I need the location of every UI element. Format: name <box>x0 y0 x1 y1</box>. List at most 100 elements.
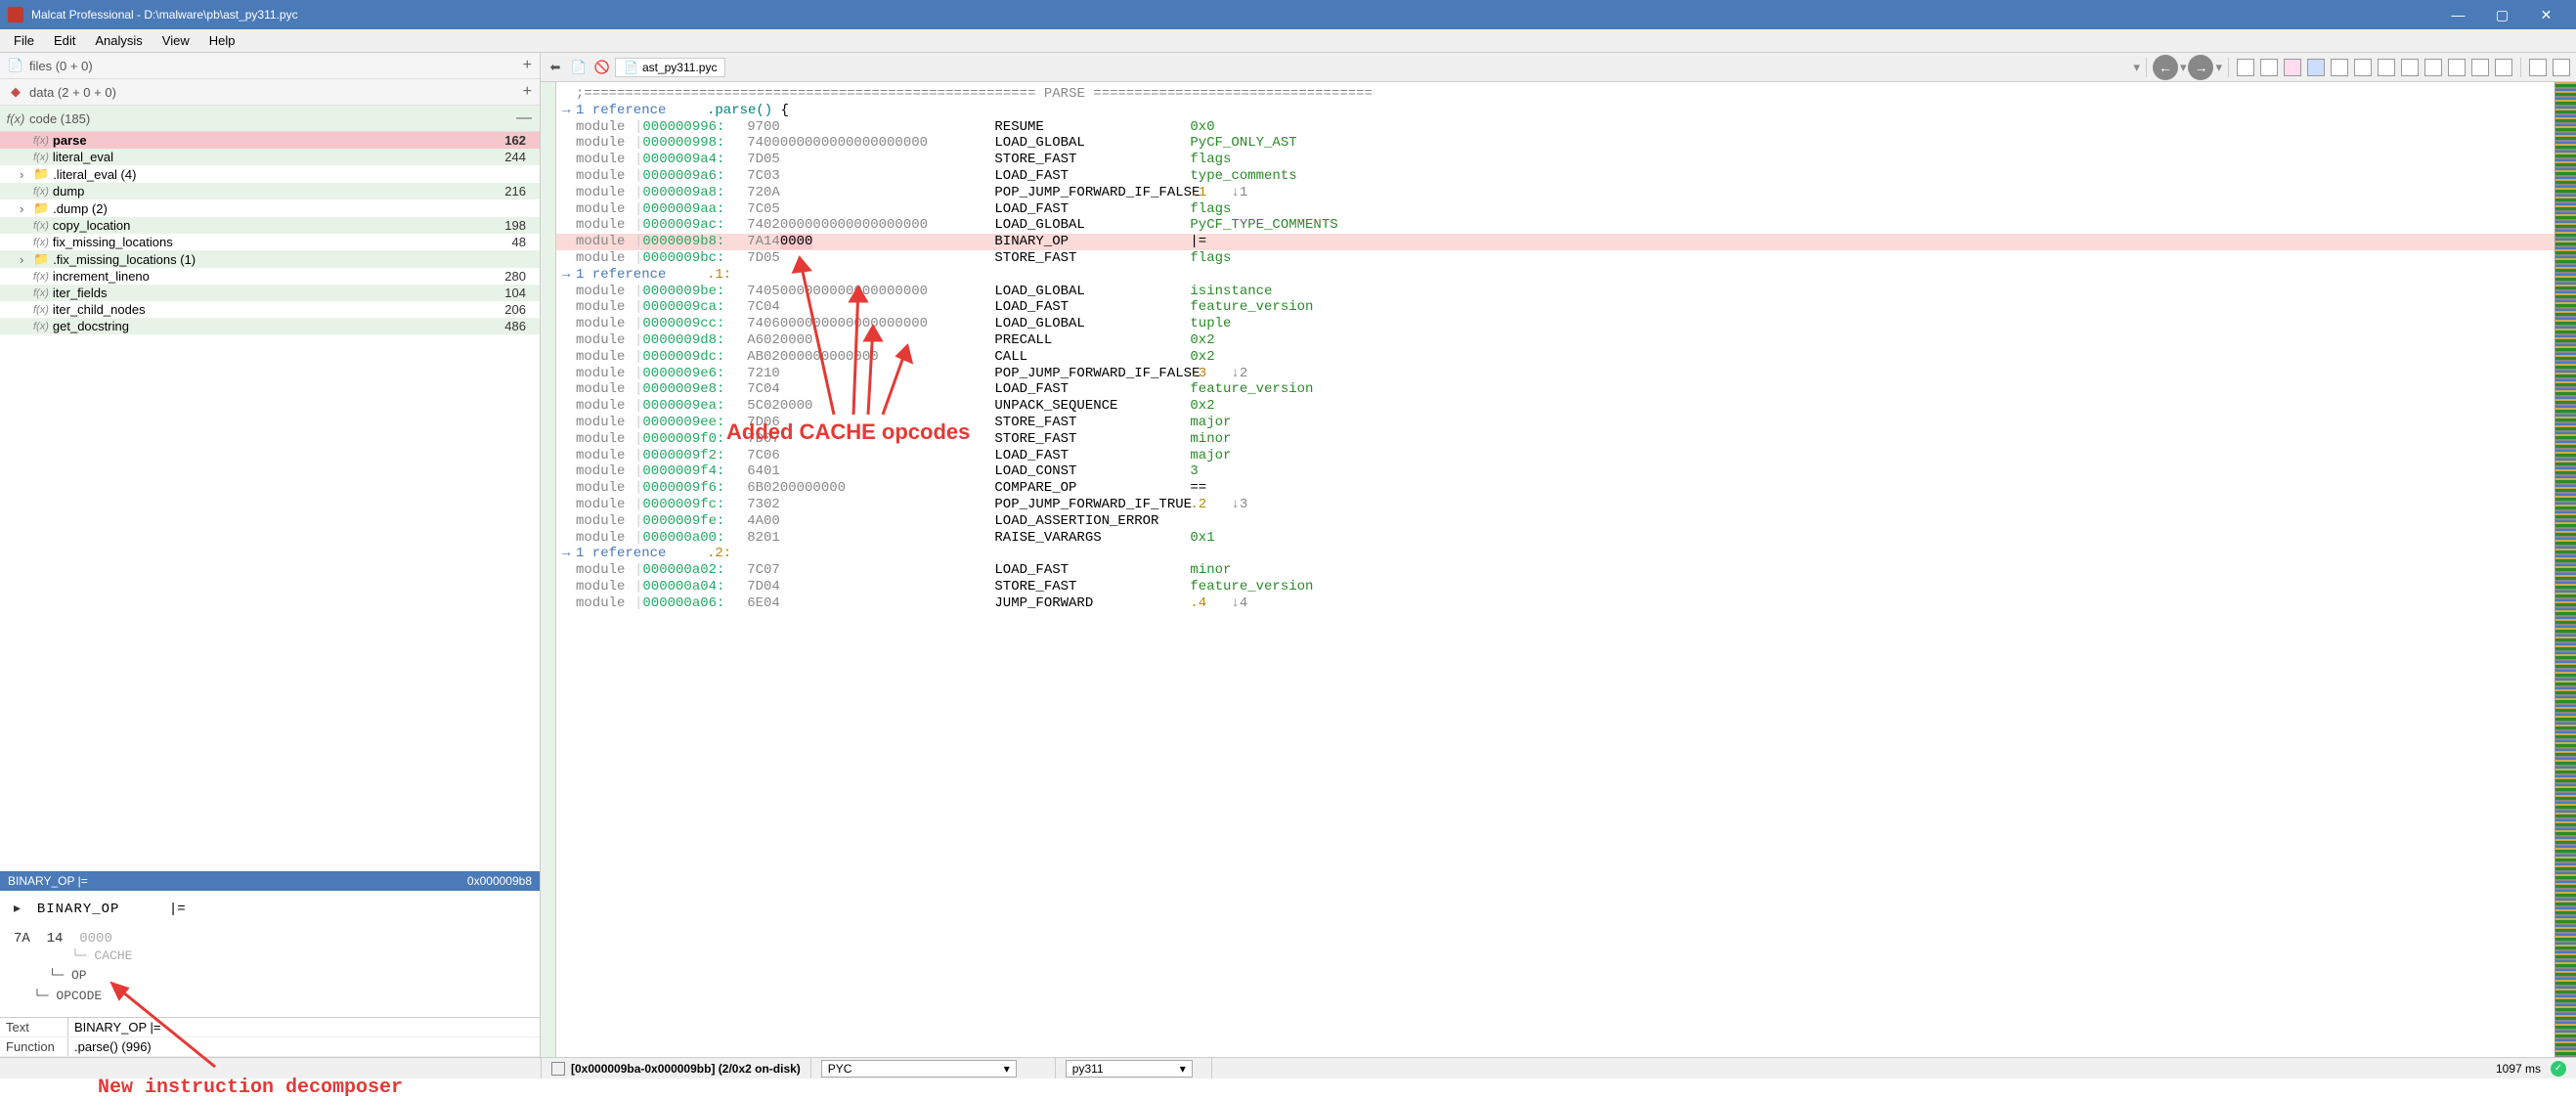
disasm-instr[interactable]: module|000000a02: 7C07LOAD_FASTminor <box>556 562 2554 579</box>
toolbar-icon-5[interactable] <box>2329 57 2350 78</box>
nav-fwd-menu-icon[interactable]: ▾ <box>2215 60 2222 75</box>
disasm-instr[interactable]: module|000000998: 7400000000000000000000… <box>556 135 2554 152</box>
maximize-button[interactable]: ▢ <box>2480 0 2524 29</box>
disasm-instr[interactable]: module|0000009a6: 7C03LOAD_FASTtype_comm… <box>556 168 2554 185</box>
toolbar-icon-7[interactable] <box>2376 57 2397 78</box>
code-header[interactable]: f(x) code (185) — <box>0 106 540 132</box>
file-tab[interactable]: 📄 ast_py311.pyc <box>615 58 725 77</box>
annotation-decomposer: New instruction decomposer <box>98 1077 403 1099</box>
decomp-tree-node: └─ CACHE <box>33 947 526 967</box>
view-hex-icon[interactable] <box>2235 57 2256 78</box>
tab-back-icon[interactable]: ⬅ <box>545 57 566 78</box>
menu-analysis[interactable]: Analysis <box>85 31 152 50</box>
code-item[interactable]: f(x)dump216 <box>0 183 540 199</box>
disasm-instr[interactable]: module|0000009dc: AB02000000000000CALL0x… <box>556 349 2554 366</box>
tab-close-all-icon[interactable]: 🚫 <box>591 57 613 78</box>
nav-fwd-button[interactable]: → <box>2188 55 2213 80</box>
disasm-instr[interactable]: module|0000009aa: 7C05LOAD_FASTflags <box>556 201 2554 218</box>
minimize-button[interactable]: — <box>2436 0 2480 29</box>
disasm-instr[interactable]: module|0000009fc: 7302POP_JUMP_FORWARD_I… <box>556 497 2554 513</box>
disasm-ref-line[interactable]: →1 reference.2: <box>556 546 2554 562</box>
code-item[interactable]: f(x)literal_eval244 <box>0 149 540 165</box>
menu-file[interactable]: File <box>4 31 44 50</box>
disasm-ref-line[interactable]: →1 reference.1: <box>556 267 2554 284</box>
disasm-instr[interactable]: module|0000009a4: 7D05STORE_FASTflags <box>556 152 2554 168</box>
pyver-select[interactable]: py311▾ <box>1066 1060 1193 1078</box>
disasm-instr[interactable]: module|0000009ee: 7D06STORE_FASTmajor <box>556 415 2554 431</box>
toolbar-icon-6[interactable] <box>2352 57 2374 78</box>
code-item[interactable]: f(x)iter_child_nodes206 <box>0 301 540 318</box>
toolbar-icon-12[interactable] <box>2493 57 2514 78</box>
disasm-instr[interactable]: module|0000009e8: 7C04LOAD_FASTfeature_v… <box>556 381 2554 398</box>
minimap[interactable] <box>2554 82 2576 1057</box>
code-list: f(x)parse162f(x)literal_eval244›📁.litera… <box>0 132 540 871</box>
disasm-instr[interactable]: module|0000009f0: 7D07STORE_FASTminor <box>556 431 2554 448</box>
status-time: 1097 ms <box>2496 1062 2541 1076</box>
toolbar-icon-10[interactable] <box>2446 57 2467 78</box>
disasm-instr[interactable]: module|0000009cc: 7406000000000000000000… <box>556 316 2554 332</box>
tab-new-icon[interactable]: 📄 <box>568 57 589 78</box>
disasm-instr[interactable]: module|000000996: 9700RESUME0x0 <box>556 119 2554 136</box>
code-item[interactable]: f(x)fix_missing_locations48 <box>0 234 540 250</box>
disasm-instr[interactable]: module|000000a04: 7D04STORE_FASTfeature_… <box>556 579 2554 595</box>
disasm-instr[interactable]: module|0000009f4: 6401LOAD_CONST3 <box>556 463 2554 480</box>
view-gear-icon[interactable] <box>2305 57 2327 78</box>
code-item[interactable]: f(x)iter_fields104 <box>0 285 540 301</box>
disasm-instr[interactable]: module|000000a06: 6E04JUMP_FORWARD.4 ↓4 <box>556 595 2554 612</box>
toolbar-icon-9[interactable] <box>2423 57 2444 78</box>
code-item[interactable]: ›📁.fix_missing_locations (1) <box>0 250 540 268</box>
code-item[interactable]: f(x)copy_location198 <box>0 217 540 234</box>
menu-help[interactable]: Help <box>199 31 245 50</box>
view-struct-icon[interactable] <box>2258 57 2280 78</box>
filetype-select[interactable]: PYC▾ <box>821 1060 1017 1078</box>
code-collapse-icon[interactable]: — <box>516 110 532 127</box>
disasm-section-header[interactable]: ;=======================================… <box>556 86 2554 103</box>
code-item[interactable]: f(x)parse162 <box>0 132 540 149</box>
close-button[interactable]: ✕ <box>2524 0 2568 29</box>
toolbar-icon-8[interactable] <box>2399 57 2421 78</box>
code-item[interactable]: f(x)increment_lineno280 <box>0 268 540 285</box>
data-header[interactable]: ◆ data (2 + 0 + 0) + <box>0 79 540 106</box>
code-item[interactable]: f(x)get_docstring486 <box>0 318 540 334</box>
menu-edit[interactable]: Edit <box>44 31 85 50</box>
code-item[interactable]: ›📁.dump (2) <box>0 199 540 217</box>
toolbar-icon-14[interactable] <box>2551 57 2572 78</box>
disasm-instr[interactable]: module|0000009e6: 7210POP_JUMP_FORWARD_I… <box>556 366 2554 382</box>
toolbar-icon-13[interactable] <box>2527 57 2549 78</box>
tab-dropdown-icon[interactable]: ▾ <box>2133 60 2140 75</box>
data-add-icon[interactable]: + <box>523 83 532 101</box>
disasm-instr[interactable]: module|0000009fe: 4A00LOAD_ASSERTION_ERR… <box>556 513 2554 530</box>
disasm-ref-line[interactable]: →1 reference.parse() { <box>556 103 2554 119</box>
disasm-instr[interactable]: module|000000a00: 8201RAISE_VARARGS0x1 <box>556 530 2554 547</box>
expand-icon[interactable]: ▸ <box>14 902 21 917</box>
menu-view[interactable]: View <box>153 31 199 50</box>
selection-infobar: BINARY_OP |= 0x000009b8 <box>0 871 540 891</box>
disasm-instr[interactable]: module|0000009bc: 7D05STORE_FASTflags <box>556 250 2554 267</box>
pyver-value: py311 <box>1072 1062 1104 1076</box>
disasm-instr[interactable]: module|0000009a8: 720APOP_JUMP_FORWARD_I… <box>556 185 2554 201</box>
code-item[interactable]: ›📁.literal_eval (4) <box>0 165 540 183</box>
nav-back-menu-icon[interactable]: ▾ <box>2180 60 2187 75</box>
view-disasm-icon[interactable] <box>2282 57 2303 78</box>
nav-back-button[interactable]: ← <box>2153 55 2178 80</box>
disasm-instr[interactable]: module|0000009b8: 7A140000BINARY_OP|= <box>556 234 2554 250</box>
data-icon: ◆ <box>8 84 23 100</box>
properties-grid: TextBINARY_OP |=Function.parse() (996) <box>0 1017 540 1057</box>
disassembly-view[interactable]: ;=======================================… <box>556 82 2554 1057</box>
prop-row: Function.parse() (996) <box>0 1037 540 1057</box>
files-header[interactable]: 📄 files (0 + 0) + <box>0 53 540 79</box>
files-add-icon[interactable]: + <box>523 57 532 74</box>
disasm-instr[interactable]: module|0000009f2: 7C06LOAD_FASTmajor <box>556 448 2554 464</box>
disasm-instr[interactable]: module|0000009f6: 6B0200000000COMPARE_OP… <box>556 480 2554 497</box>
toolbar-icon-11[interactable] <box>2469 57 2491 78</box>
decomp-hex: 7A 14 0000 <box>14 931 526 947</box>
decomp-tree-node: └─ OP <box>33 966 526 987</box>
disasm-instr[interactable]: module|0000009be: 7405000000000000000000… <box>556 284 2554 300</box>
disasm-instr[interactable]: module|0000009d8: A6020000PRECALL0x2 <box>556 332 2554 349</box>
disasm-instr[interactable]: module|0000009ac: 7402000000000000000000… <box>556 217 2554 234</box>
disasm-instr[interactable]: module|0000009ca: 7C04LOAD_FASTfeature_v… <box>556 299 2554 316</box>
fold-gutter[interactable] <box>541 82 556 1057</box>
left-pane: 📄 files (0 + 0) + ◆ data (2 + 0 + 0) + f… <box>0 53 541 1057</box>
decomp-tree-node: └─ OPCODE <box>33 987 526 1007</box>
disasm-instr[interactable]: module|0000009ea: 5C020000UNPACK_SEQUENC… <box>556 398 2554 415</box>
